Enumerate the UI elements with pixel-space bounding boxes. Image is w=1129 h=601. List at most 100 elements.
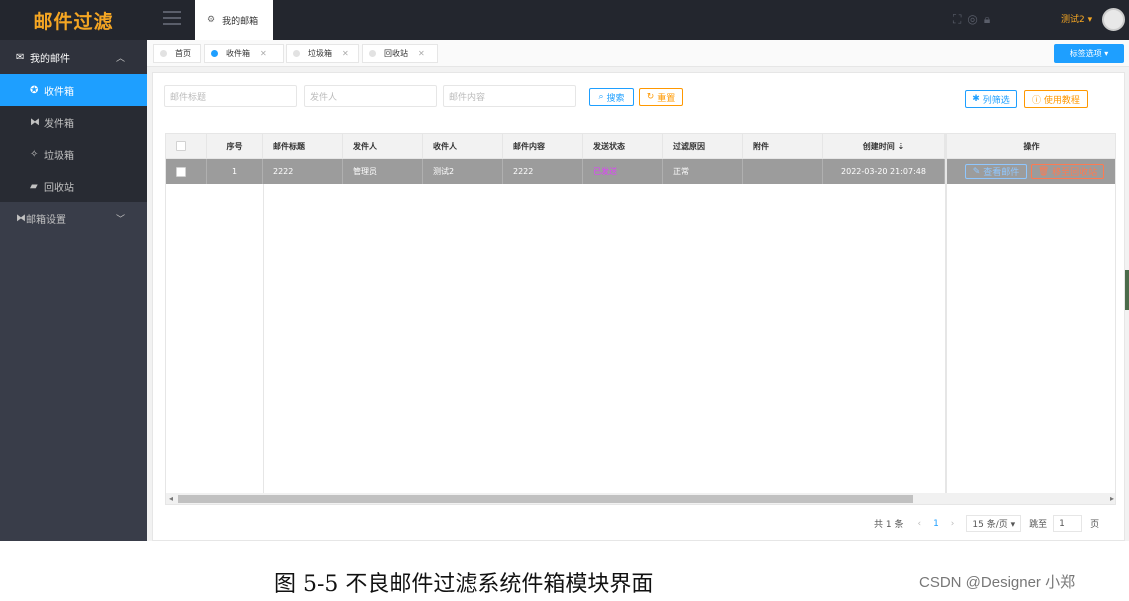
tutorial-label: 使用教程: [1043, 95, 1080, 106]
close-icon[interactable]: ✕: [260, 49, 267, 58]
sidebar-group-settings[interactable]: ⧓ 邮箱设置 ﹀: [0, 202, 147, 234]
gear-icon: ⚙: [207, 15, 216, 25]
mail-icon: ✉: [16, 51, 25, 63]
sidebar-item-label: 收件箱: [44, 86, 74, 98]
move-to-recycle-button[interactable]: 🗑︎ 移至回收站: [1031, 164, 1104, 179]
scrollbar-thumb[interactable]: [178, 495, 913, 503]
refresh-icon: ↻: [646, 92, 658, 102]
tab-spam[interactable]: 垃圾箱 ✕: [286, 44, 359, 63]
page-size-select[interactable]: 15 条/页 ▾: [966, 515, 1022, 532]
tab-dot-icon: [160, 50, 167, 57]
scroll-right-icon[interactable]: ▸: [1110, 494, 1114, 503]
select-all-checkbox[interactable]: [176, 141, 186, 151]
row-select-cell: [166, 159, 207, 184]
header-tab-my-mailbox[interactable]: ⚙ 我的邮箱: [195, 0, 273, 40]
watermark: CSDN @Designer 小郑: [919, 574, 1076, 591]
tabs-bar: 首页 收件箱 ✕ 垃圾箱 ✕ 回收站 ✕ 标签选项 ▾: [147, 40, 1129, 67]
tutorial-button[interactable]: ⓘ 使用教程: [1024, 90, 1088, 108]
sidebar-item-spam[interactable]: ✧ 垃圾箱: [0, 138, 147, 170]
view-mail-button[interactable]: ✎ 查看邮件: [965, 164, 1027, 179]
pagination: 共 1 条 ‹ 1 › 15 条/页 ▾ 跳至 1 页: [874, 515, 1099, 532]
top-header: ⚙ 我的邮箱 ⛶◎🔒︎ 测试2 ▾: [147, 0, 1129, 40]
app-logo: 邮件过滤: [0, 0, 147, 40]
edit-icon: ✎: [972, 166, 984, 177]
inbox-panel: 邮件标题 发件人 邮件内容 ⌕ 搜索 ↻ 重置 ✱ 列筛选 ⓘ 使用教程 序号 …: [152, 72, 1125, 541]
cell-status: 已发送: [583, 159, 663, 184]
tab-label: 首页: [175, 49, 191, 58]
sidebar-group-my-mail[interactable]: ✉ 我的邮件 ︿: [0, 40, 147, 74]
figure-caption: 图 5-5 不良邮件过滤系统件箱模块界面: [274, 572, 654, 597]
mail-title-input[interactable]: 邮件标题: [164, 85, 297, 107]
tab-recycle[interactable]: 回收站 ✕: [362, 44, 438, 63]
tab-label: 收件箱: [226, 49, 250, 58]
reset-button[interactable]: ↻ 重置: [639, 88, 683, 106]
tab-inbox[interactable]: 收件箱 ✕: [204, 44, 284, 63]
recycle-icon: ▰: [30, 180, 38, 192]
column-divider: [263, 184, 264, 504]
outbox-icon: ⧓: [30, 116, 40, 128]
gear-icon: ✱: [972, 94, 983, 104]
cell-title: 2222: [263, 159, 343, 184]
spam-icon: ✧: [30, 148, 39, 160]
horizontal-scrollbar[interactable]: ◂ ▸: [166, 493, 1115, 504]
sidebar-item-recycle[interactable]: ▰ 回收站: [0, 170, 147, 202]
search-icon: ⌕: [598, 92, 607, 102]
cell-index: 1: [207, 159, 263, 184]
avatar[interactable]: [1102, 8, 1125, 31]
next-page-icon[interactable]: ›: [951, 519, 955, 529]
close-icon[interactable]: ✕: [342, 49, 349, 58]
column-divider: [945, 184, 947, 504]
page-number[interactable]: 1: [933, 519, 939, 529]
view-mail-label: 查看邮件: [983, 168, 1020, 178]
sortable-column-header[interactable]: 创建时间 ⇣: [823, 134, 945, 159]
search-button[interactable]: ⌕ 搜索: [589, 88, 634, 106]
column-header: 邮件标题: [263, 134, 343, 159]
column-header: 邮件内容: [503, 134, 583, 159]
gear-icon: ✪: [30, 84, 39, 96]
header-tool-icons: ⛶◎🔒︎: [953, 12, 996, 27]
prev-page-icon[interactable]: ‹: [917, 519, 921, 529]
sender-input[interactable]: 发件人: [304, 85, 437, 107]
close-icon[interactable]: ✕: [418, 49, 425, 58]
cell-content: 2222: [503, 159, 583, 184]
app-window: 邮件过滤 ✉ 我的邮件 ︿ ✪ 收件箱 ⧓ 发件箱 ✧ 垃圾箱 ▰ 回收站 ⧓ …: [0, 0, 1129, 541]
select-all-header: [166, 134, 207, 159]
move-to-recycle-label: 移至回收站: [1052, 168, 1098, 178]
column-header: 发件人: [343, 134, 423, 159]
cell-attachment: [743, 159, 823, 184]
table-row[interactable]: 1 2222 管理员 测试2 2222 已发送 正常 2022-03-20 21…: [166, 159, 1115, 184]
column-header: 发送状态: [583, 134, 663, 159]
cell-receiver: 测试2: [423, 159, 503, 184]
sidebar-item-label: 回收站: [44, 182, 74, 194]
scroll-left-icon[interactable]: ◂: [169, 494, 173, 503]
side-handle[interactable]: [1125, 270, 1129, 310]
cell-actions: ✎ 查看邮件 🗑︎ 移至回收站: [945, 159, 1115, 184]
menu-toggle-icon[interactable]: [163, 11, 181, 27]
goto-page-input[interactable]: 1: [1053, 515, 1083, 532]
sidebar-item-label: 发件箱: [44, 118, 74, 130]
tab-dot-icon: [293, 50, 300, 57]
cell-sender: 管理员: [343, 159, 423, 184]
total-count: 共 1 条: [874, 520, 904, 530]
column-header: 收件人: [423, 134, 503, 159]
tab-dot-icon: [211, 50, 218, 57]
sidebar-item-outbox[interactable]: ⧓ 发件箱: [0, 106, 147, 138]
mail-table: 序号 邮件标题 发件人 收件人 邮件内容 发送状态 过滤原因 附件 创建时间 ⇣…: [165, 133, 1116, 505]
tab-options-button[interactable]: 标签选项 ▾: [1054, 44, 1124, 63]
sidebar-item-inbox[interactable]: ✪ 收件箱: [0, 74, 147, 106]
mail-content-input[interactable]: 邮件内容: [443, 85, 576, 107]
tab-home[interactable]: 首页: [153, 44, 201, 63]
lock-icon[interactable]: 🔒︎: [984, 12, 996, 26]
user-menu[interactable]: 测试2 ▾: [1061, 12, 1092, 25]
tab-label: 垃圾箱: [308, 49, 332, 58]
row-checkbox[interactable]: [176, 166, 186, 177]
fullscreen-icon[interactable]: ⛶: [953, 12, 967, 26]
column-header: 过滤原因: [663, 134, 743, 159]
chevron-down-icon: ﹀: [115, 214, 125, 225]
header-tab-label: 我的邮箱: [222, 16, 259, 27]
column-filter-button[interactable]: ✱ 列筛选: [965, 90, 1017, 108]
search-button-label: 搜索: [606, 93, 625, 104]
sidebar-group-label: 邮箱设置: [26, 214, 66, 226]
goto-label: 跳至: [1029, 520, 1048, 530]
globe-icon[interactable]: ◎: [967, 12, 983, 26]
